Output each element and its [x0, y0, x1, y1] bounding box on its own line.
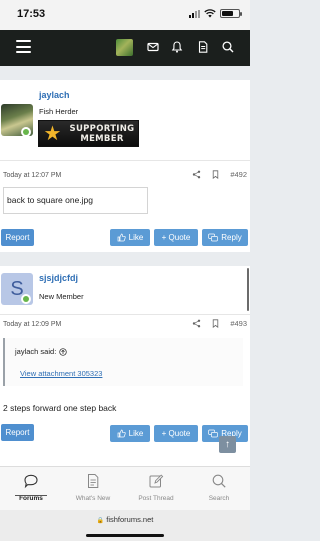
scrollbar[interactable] [247, 268, 249, 311]
quote-block: jaylach said: View attachment 305323 [3, 338, 243, 386]
post-divider [0, 252, 250, 266]
status-icons [189, 9, 242, 18]
post-timestamp[interactable]: Today at 12:09 PM [3, 321, 61, 328]
username[interactable]: sjsjdjcfdj [39, 273, 78, 283]
tab-whats-new[interactable]: What's New [63, 467, 123, 511]
share-icon[interactable] [192, 170, 201, 179]
post-divider [0, 66, 250, 80]
post-timestamp[interactable]: Today at 12:07 PM [3, 172, 61, 179]
star-icon: ★ [43, 123, 62, 145]
username[interactable]: jaylach [39, 90, 70, 100]
report-button[interactable]: Report [1, 424, 34, 441]
tab-label: Post Thread [138, 495, 174, 502]
status-bar: 17:53 [0, 0, 250, 30]
post-number[interactable]: #492 [230, 170, 247, 179]
hamburger-icon[interactable] [16, 40, 31, 53]
home-indicator[interactable] [86, 534, 164, 537]
tab-forums[interactable]: Forums [1, 467, 61, 511]
reply-button[interactable]: Reply [202, 229, 248, 246]
online-indicator [21, 127, 31, 137]
wifi-icon [204, 9, 216, 18]
quote-button[interactable]: + Quote [154, 229, 198, 246]
arrow-up-circle-icon[interactable] [59, 347, 67, 356]
url-display[interactable]: 🔒 fishforums.net [0, 515, 250, 524]
badge-line1: SUPPORTING [69, 124, 135, 134]
post-tools: #493 [192, 319, 247, 328]
user-title: New Member [39, 292, 84, 301]
supporting-member-badge: ★ SUPPORTING MEMBER [38, 120, 139, 147]
attachment-name: back to square one.jpg [7, 195, 94, 205]
online-indicator [21, 294, 31, 304]
thumbs-up-icon [117, 429, 126, 438]
attachment-text: back to square one.jpg [3, 187, 148, 214]
url-text: fishforums.net [106, 515, 154, 524]
tab-label: Search [208, 495, 230, 502]
post-body: 2 steps forward one step back [3, 403, 117, 413]
search-icon[interactable] [221, 40, 235, 54]
cellular-signal-icon [189, 9, 200, 18]
mail-icon[interactable] [146, 40, 160, 54]
tab-search[interactable]: Search [189, 467, 249, 511]
document-icon[interactable] [196, 40, 210, 54]
site-logo[interactable] [116, 39, 133, 56]
quote-button[interactable]: + Quote [154, 425, 198, 442]
tab-label: What's New [75, 495, 111, 502]
badge-line2: MEMBER [80, 134, 124, 144]
search-icon [212, 474, 226, 488]
post-493: S sjsjdjcfdj New Member Today at 12:09 P… [0, 266, 250, 466]
quote-header[interactable]: jaylach said: [15, 347, 67, 356]
lock-icon: 🔒 [96, 518, 105, 524]
active-tab-underline [15, 495, 47, 496]
tab-post-thread[interactable]: Post Thread [126, 467, 186, 511]
battery-icon [220, 9, 242, 18]
bookmark-icon[interactable] [211, 319, 220, 328]
thread-content[interactable]: jaylach Fish Herder ★ SUPPORTING MEMBER … [0, 66, 250, 466]
like-button[interactable]: Like [110, 425, 150, 442]
post-tools: #492 [192, 170, 247, 179]
status-time: 17:53 [17, 8, 46, 20]
app-header [0, 30, 250, 66]
post-492: jaylach Fish Herder ★ SUPPORTING MEMBER … [0, 80, 250, 252]
user-title: Fish Herder [39, 107, 79, 116]
quote-author: jaylach said: [15, 347, 57, 356]
thumbs-up-icon [117, 233, 126, 242]
reply-icon [208, 429, 219, 438]
post-number[interactable]: #493 [230, 319, 247, 328]
report-button[interactable]: Report [1, 229, 34, 246]
bell-icon[interactable] [170, 40, 184, 54]
like-button[interactable]: Like [110, 229, 150, 246]
chat-bubble-icon [24, 474, 38, 489]
tab-label: Forums [19, 495, 43, 502]
edit-icon [149, 474, 164, 488]
bookmark-icon[interactable] [211, 170, 220, 179]
bottom-tab-bar: Forums What's New Post Thread Search [0, 466, 250, 510]
reply-icon [208, 233, 219, 242]
share-icon[interactable] [192, 319, 201, 328]
document-icon [88, 474, 99, 488]
scroll-to-top-button[interactable]: ↑ [219, 436, 236, 453]
browser-url-bar[interactable]: 🔒 fishforums.net [0, 510, 250, 541]
attachment-link[interactable]: View attachment 305323 [20, 369, 102, 378]
